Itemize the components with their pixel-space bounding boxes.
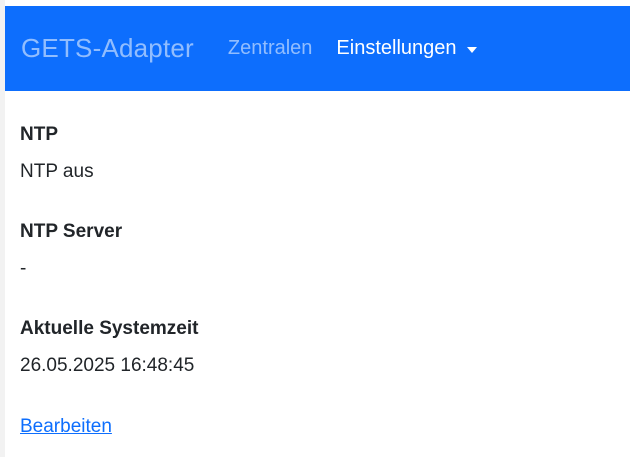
- navbar: GETS-Adapter Zentralen Einstellungen: [5, 6, 630, 91]
- nav-dropdown-einstellungen[interactable]: Einstellungen: [336, 37, 477, 60]
- nav-dropdown-label: Einstellungen: [336, 37, 457, 59]
- page: GETS-Adapter Zentralen Einstellungen NTP…: [0, 0, 630, 457]
- ntp-server-value: -: [20, 258, 27, 279]
- system-time-value: 26.05.2025 16:48:45: [20, 355, 195, 376]
- ntp-server-label: NTP Server: [20, 221, 123, 242]
- edit-link[interactable]: Bearbeiten: [20, 415, 112, 439]
- navbar-brand[interactable]: GETS-Adapter: [21, 33, 194, 64]
- nav-link-zentralen[interactable]: Zentralen: [228, 37, 313, 60]
- system-time-label: Aktuelle Systemzeit: [20, 318, 199, 339]
- ntp-value: NTP aus: [20, 161, 94, 182]
- ntp-label: NTP: [20, 124, 58, 145]
- caret-down-icon: [466, 46, 477, 53]
